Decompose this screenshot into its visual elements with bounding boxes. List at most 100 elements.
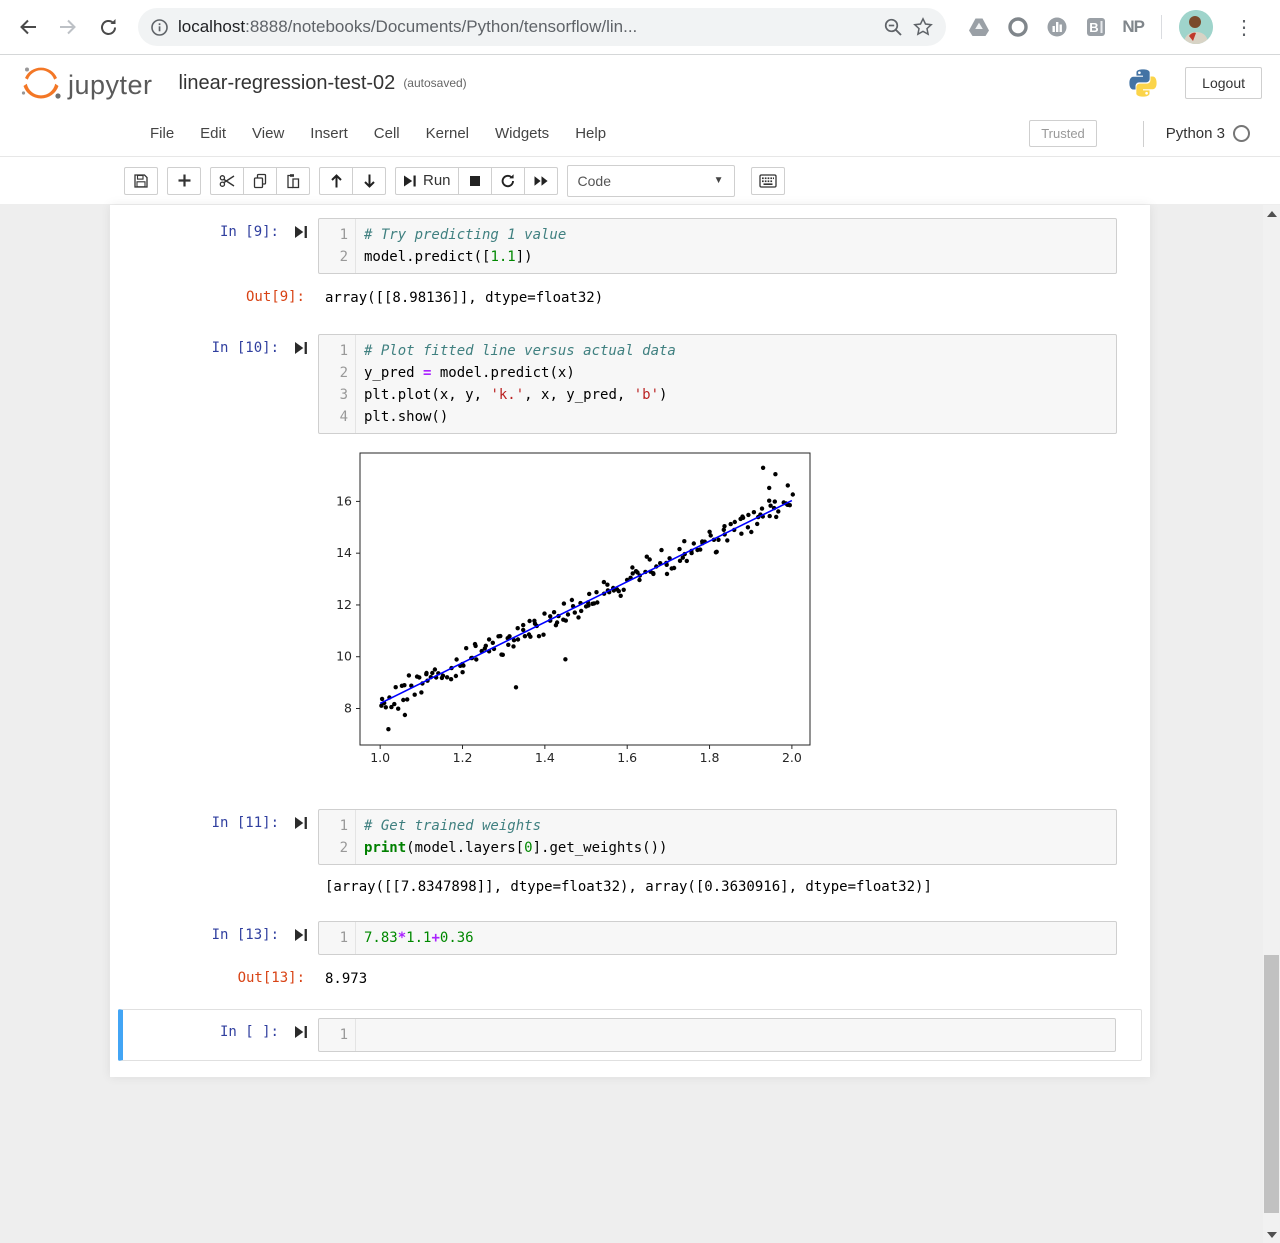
restart-icon xyxy=(500,173,516,189)
svg-text:1.8: 1.8 xyxy=(700,750,720,765)
matplotlib-figure: 1.01.21.41.61.82.0810121416 xyxy=(335,448,835,773)
svg-text:14: 14 xyxy=(336,545,352,560)
output-prompt: Out[9]: xyxy=(110,289,318,305)
run-button[interactable]: Run xyxy=(395,167,459,195)
drive-extension-icon[interactable] xyxy=(966,14,992,40)
menu-item-view[interactable]: View xyxy=(239,119,297,148)
circle-extension-icon[interactable] xyxy=(1005,14,1031,40)
b-extension-icon[interactable]: B xyxy=(1083,14,1109,40)
output-area: Out[9]:array([[8.98136]], dtype=float32) xyxy=(110,286,1150,310)
chevron-down-icon: ▼ xyxy=(714,175,724,186)
code-editor[interactable]: 1 xyxy=(318,1018,1116,1052)
profile-avatar[interactable] xyxy=(1179,10,1213,44)
output-area: Out[13]:8.973 xyxy=(110,967,1150,991)
cut-cell-button[interactable] xyxy=(210,167,244,195)
notebook-toolbar: Run Code ▼ xyxy=(0,157,1280,204)
code-line: # Plot fitted line versus actual data xyxy=(364,340,1108,362)
menu-item-file[interactable]: File xyxy=(137,119,187,148)
restart-kernel-button[interactable] xyxy=(491,167,525,195)
run-cell-icon[interactable] xyxy=(295,928,308,942)
code-line: # Get trained weights xyxy=(364,815,1108,837)
fast-forward-icon xyxy=(533,174,549,188)
notebook-container: In [9]:12# Try predicting 1 valuemodel.p… xyxy=(110,205,1150,1077)
input-prompt: In [9]: xyxy=(220,224,279,240)
run-icon xyxy=(403,174,417,188)
url-text[interactable]: localhost:8888/notebooks/Documents/Pytho… xyxy=(174,17,878,37)
menubar-separator xyxy=(1143,121,1144,147)
restart-run-all-button[interactable] xyxy=(524,167,558,195)
move-cell-up-button[interactable] xyxy=(319,167,353,195)
browser-forward-button[interactable] xyxy=(50,9,86,45)
cell-type-value: Code xyxy=(578,173,611,189)
code-editor[interactable]: 12# Try predicting 1 valuemodel.predict(… xyxy=(318,218,1117,274)
code-line: # Try predicting 1 value xyxy=(364,224,1108,246)
save-icon xyxy=(133,173,149,189)
browser-back-button[interactable] xyxy=(10,9,46,45)
paste-icon xyxy=(285,173,301,189)
browser-menu-icon[interactable]: ⋮ xyxy=(1226,15,1262,40)
code-cell-4[interactable]: In [ ]:1 xyxy=(118,1009,1142,1061)
svg-text:1.0: 1.0 xyxy=(370,750,390,765)
paste-cell-button[interactable] xyxy=(276,167,310,195)
code-cell-0[interactable]: In [9]: 12# Try predicting 1 valuemodel.p… xyxy=(110,218,1150,274)
menu-item-insert[interactable]: Insert xyxy=(297,119,361,148)
interrupt-kernel-button[interactable] xyxy=(458,167,492,195)
code-cell-3[interactable]: In [13]:17.83*1.1+0.36 xyxy=(110,921,1150,955)
jupyter-logo[interactable]: jupyter xyxy=(18,63,153,103)
run-cell-icon[interactable] xyxy=(295,225,308,239)
address-bar[interactable]: localhost:8888/notebooks/Documents/Pytho… xyxy=(138,8,946,46)
run-cell-icon[interactable] xyxy=(295,1025,308,1039)
prompt-column: In [11]: xyxy=(110,815,318,831)
code-editor[interactable]: 17.83*1.1+0.36 xyxy=(318,921,1117,955)
menu-item-help[interactable]: Help xyxy=(562,119,619,148)
scroll-down-arrow[interactable] xyxy=(1263,1226,1280,1243)
copy-icon xyxy=(252,173,268,189)
notebook-title[interactable]: linear-regression-test-02 xyxy=(179,72,396,95)
menu-item-edit[interactable]: Edit xyxy=(187,119,239,148)
kernel-name-label: Python 3 xyxy=(1166,125,1225,142)
logout-button[interactable]: Logout xyxy=(1185,67,1262,99)
run-cell-icon[interactable] xyxy=(295,341,308,355)
browser-reload-button[interactable] xyxy=(90,9,126,45)
svg-text:B: B xyxy=(1090,20,1099,35)
scrollbar-thumb[interactable] xyxy=(1264,955,1279,1213)
line-number-gutter: 12 xyxy=(319,810,356,864)
code-content: # Get trained weightsprint(model.layers[… xyxy=(356,810,1116,864)
trusted-badge[interactable]: Trusted xyxy=(1029,120,1097,147)
code-line: model.predict([1.1]) xyxy=(364,246,1108,268)
run-cell-icon[interactable] xyxy=(295,816,308,830)
output-area: 1.01.21.41.61.82.0810121416 xyxy=(110,448,1150,773)
vertical-scrollbar[interactable] xyxy=(1263,205,1280,1243)
move-cell-down-button[interactable] xyxy=(352,167,386,195)
output-area: [array([[7.8347898]], dtype=float32), ar… xyxy=(110,875,1150,899)
scroll-up-arrow[interactable] xyxy=(1263,205,1280,222)
stop-icon xyxy=(468,174,482,188)
code-editor[interactable]: 1234# Plot fitted line versus actual dat… xyxy=(318,334,1117,434)
cell-type-dropdown[interactable]: Code ▼ xyxy=(567,165,735,197)
svg-text:1.2: 1.2 xyxy=(453,750,473,765)
add-cell-button[interactable] xyxy=(167,167,201,195)
arrow-up-icon xyxy=(329,173,344,189)
menu-item-cell[interactable]: Cell xyxy=(361,119,413,148)
code-cell-1[interactable]: In [10]:1234# Plot fitted line versus ac… xyxy=(110,334,1150,434)
svg-text:1.4: 1.4 xyxy=(535,750,555,765)
command-palette-button[interactable] xyxy=(751,167,785,195)
menu-item-widgets[interactable]: Widgets xyxy=(482,119,562,148)
output-text: [array([[7.8347898]], dtype=float32), ar… xyxy=(318,875,932,899)
save-button[interactable] xyxy=(124,167,158,195)
code-editor[interactable]: 12# Get trained weightsprint(model.layer… xyxy=(318,809,1117,865)
stats-extension-icon[interactable] xyxy=(1044,14,1070,40)
copy-cell-button[interactable] xyxy=(243,167,277,195)
code-line: 7.83*1.1+0.36 xyxy=(364,927,1108,949)
code-content: 7.83*1.1+0.36 xyxy=(356,922,1116,954)
forward-arrow-icon xyxy=(57,16,79,38)
svg-text:10: 10 xyxy=(336,649,352,664)
zoom-out-icon[interactable] xyxy=(878,12,908,42)
line-number-gutter: 1 xyxy=(319,1019,356,1051)
np-extension-label[interactable]: NP xyxy=(1122,17,1144,37)
menu-item-kernel[interactable]: Kernel xyxy=(413,119,482,148)
code-cell-2[interactable]: In [11]:12# Get trained weightsprint(mod… xyxy=(110,809,1150,865)
bookmark-star-icon[interactable] xyxy=(908,12,938,42)
scissors-icon xyxy=(219,173,236,189)
page-info-icon[interactable] xyxy=(144,12,174,42)
